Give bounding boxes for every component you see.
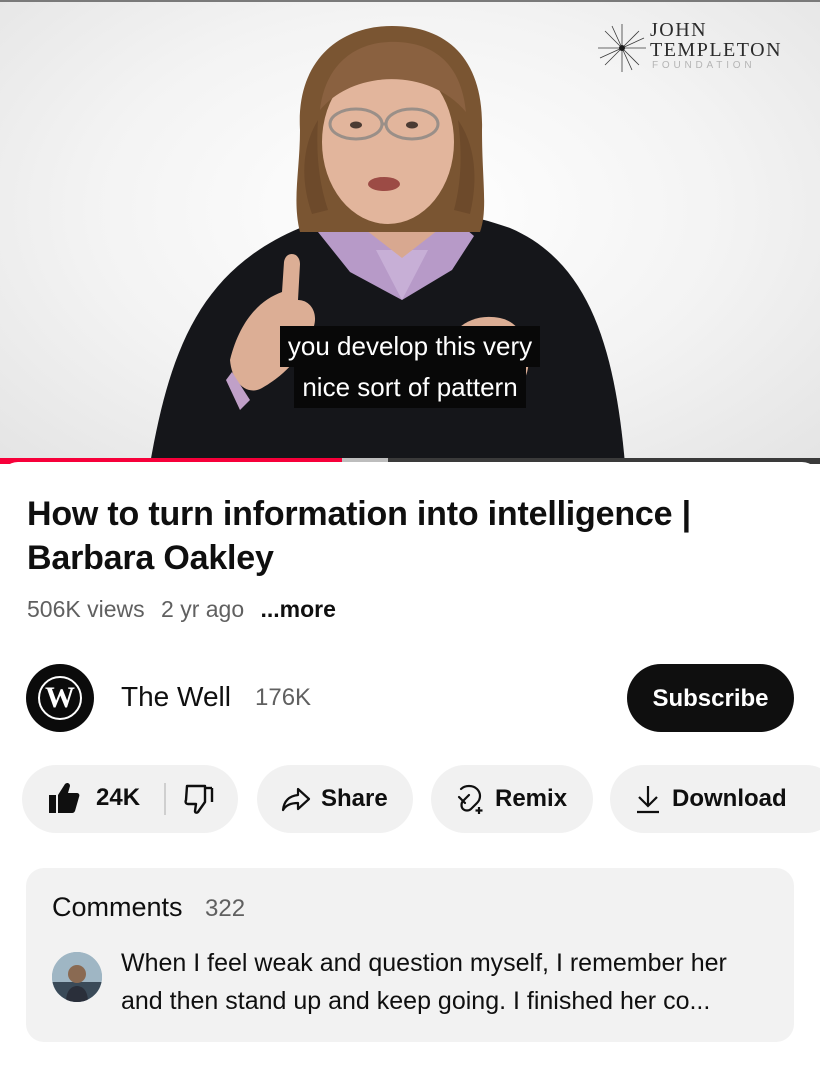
remix-button[interactable]: Remix (431, 765, 593, 833)
john-templeton-foundation-logo: JOHN TEMPLETON FOUNDATION (596, 18, 796, 78)
download-label: Download (672, 785, 787, 812)
comments-count: 322 (205, 895, 246, 922)
video-metadata[interactable]: 506K views 2 yr ago ...more (27, 596, 346, 623)
top-comment-text: When I feel weak and question myself, I … (121, 949, 727, 1015)
like-count: 24K (96, 784, 141, 811)
share-button[interactable]: Share (257, 765, 413, 833)
channel-avatar-letter: W (38, 676, 82, 720)
thumb-down-icon (184, 784, 214, 814)
download-button[interactable]: Download (610, 765, 820, 833)
logo-line-3: FOUNDATION (652, 60, 756, 71)
commenter-avatar (52, 952, 102, 1002)
share-arrow-icon (281, 787, 311, 812)
starburst-icon (598, 24, 646, 72)
caption-line-1: you develop this very (279, 326, 541, 367)
subscriber-count: 176K (255, 684, 312, 711)
remix-label: Remix (495, 785, 568, 812)
channel-avatar[interactable]: W (26, 664, 94, 732)
logo-line-1: JOHN (650, 19, 708, 41)
like-divider (164, 783, 166, 815)
view-count: 506K views (27, 596, 145, 622)
like-button[interactable]: 24K (48, 781, 140, 815)
video-title[interactable]: How to turn information into intelligenc… (27, 492, 797, 580)
thumb-up-icon (49, 782, 80, 813)
comments-section[interactable]: Comments 322 When I feel weak and questi… (26, 868, 794, 1042)
like-dislike-pill: 24K (22, 765, 238, 833)
more-link[interactable]: ...more (261, 596, 336, 622)
dislike-button[interactable] (184, 783, 214, 815)
subscribe-button[interactable]: Subscribe (627, 664, 794, 732)
channel-name[interactable]: The Well (121, 681, 231, 713)
closed-caption: you develop this very nice sort of patte… (0, 326, 820, 408)
caption-line-2: nice sort of pattern (294, 367, 526, 408)
remix-icon (457, 784, 483, 814)
upload-age: 2 yr ago (161, 596, 245, 622)
channel-row: W The Well 176K Subscribe (26, 664, 796, 732)
video-player[interactable]: JOHN TEMPLETON FOUNDATION you develop th… (0, 0, 820, 464)
comments-header: Comments (52, 892, 183, 922)
download-icon (637, 786, 659, 814)
logo-line-2: TEMPLETON (650, 39, 783, 61)
share-label: Share (321, 785, 388, 812)
action-bar: 24K Share Remix Download (0, 765, 820, 833)
